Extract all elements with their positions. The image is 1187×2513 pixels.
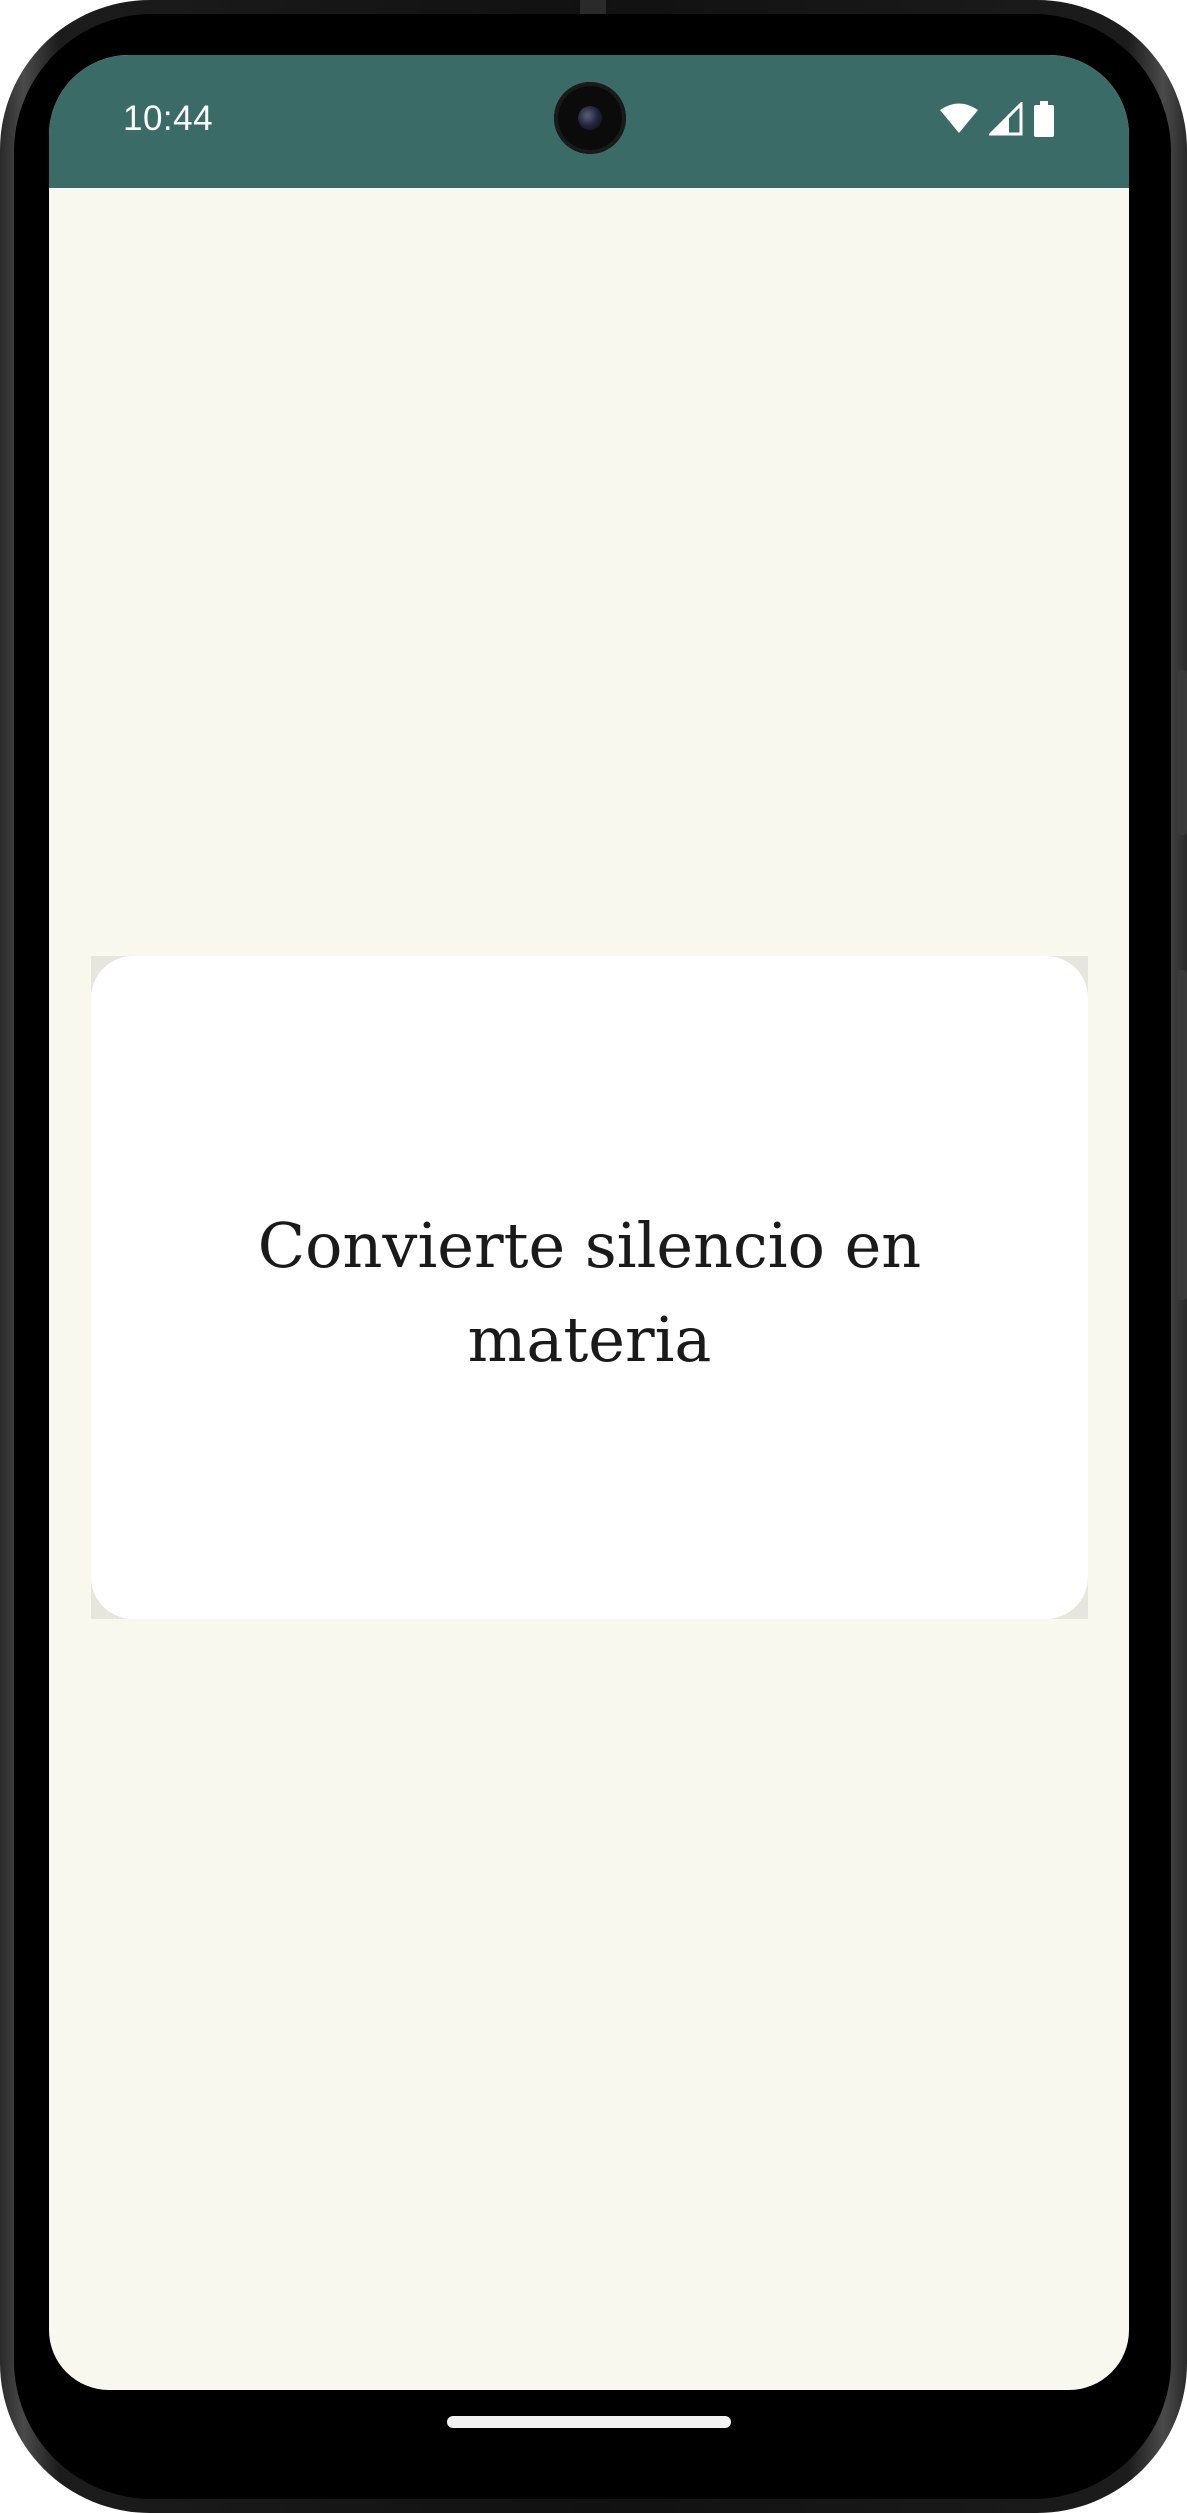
- cellular-signal-icon: [989, 102, 1023, 136]
- status-bar: 10:44: [49, 55, 1129, 188]
- front-camera: [554, 82, 626, 154]
- quote-text: Convierte silencio en materia: [257, 1208, 922, 1376]
- power-button: [1177, 670, 1187, 835]
- wifi-icon: [940, 103, 978, 133]
- battery-icon: [1034, 101, 1054, 137]
- status-icons: [939, 101, 1055, 137]
- quote-card-container: Convierte silencio en materia: [91, 956, 1088, 1619]
- status-time: 10:44: [123, 99, 214, 138]
- screen: 10:44 Convierte silencio en materia: [49, 55, 1129, 2390]
- volume-button: [1177, 970, 1187, 1300]
- frame-antenna-line: [580, 0, 606, 14]
- home-indicator[interactable]: [447, 2416, 731, 2428]
- phone-frame: 10:44 Convierte silencio en materia: [0, 0, 1187, 2513]
- quote-card[interactable]: Convierte silencio en materia: [91, 956, 1088, 1619]
